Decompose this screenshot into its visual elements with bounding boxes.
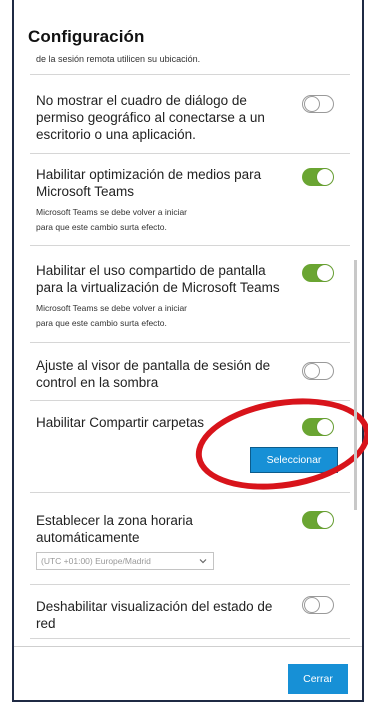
divider <box>30 584 350 585</box>
footer-separator <box>14 646 362 647</box>
toggle-auto-timezone[interactable] <box>302 511 334 529</box>
chevron-down-icon <box>199 559 207 564</box>
scrollbar-thumb[interactable] <box>354 260 357 510</box>
divider <box>30 245 350 246</box>
divider <box>30 342 350 343</box>
dialog-title: Configuración <box>28 27 145 46</box>
truncated-description: de la sesión remota utilicen su ubicació… <box>36 54 201 64</box>
divider <box>30 74 350 75</box>
toggle-knob <box>304 363 320 379</box>
divider <box>30 492 350 493</box>
toggle-geo-permission[interactable] <box>302 95 334 113</box>
toggle-shadow-viewer[interactable] <box>302 362 334 380</box>
setting-label-auto-timezone: Establecer la zona horaria automáticamen… <box>36 513 193 545</box>
setting-label-teams-screen-share: Habilitar el uso compartido de pantalla … <box>36 263 280 295</box>
setting-note-screen-share-2: para que este cambio surta efecto. <box>36 318 167 328</box>
timezone-select[interactable]: (UTC +01:00) Europe/Madrid <box>36 552 214 570</box>
toggle-teams-media[interactable] <box>302 168 334 186</box>
divider <box>30 153 350 154</box>
toggle-knob <box>304 96 320 112</box>
setting-note-teams-media-1: Microsoft Teams se debe volver a iniciar <box>36 207 188 217</box>
toggle-knob <box>317 265 333 281</box>
setting-label-geo-permission: No mostrar el cuadro de diálogo de permi… <box>36 93 265 142</box>
setting-label-teams-media: Habilitar optimización de medios para Mi… <box>36 167 262 199</box>
close-button[interactable]: Cerrar <box>288 664 348 694</box>
setting-note-teams-media-2: para que este cambio surta efecto. <box>36 222 167 232</box>
setting-label-network-status: Deshabilitar visualización del estado de… <box>36 599 273 631</box>
setting-label-shadow-viewer: Ajuste al visor de pantalla de sesión de… <box>36 358 271 390</box>
toggle-network-status[interactable] <box>302 596 334 614</box>
toggle-knob <box>304 597 320 613</box>
toggle-knob <box>317 512 333 528</box>
setting-note-screen-share-1: Microsoft Teams se debe volver a iniciar <box>36 303 188 313</box>
toggle-teams-screen-share[interactable] <box>302 264 334 282</box>
divider <box>30 638 350 639</box>
toggle-knob <box>317 169 333 185</box>
timezone-select-value: (UTC +01:00) Europe/Madrid <box>41 556 151 566</box>
